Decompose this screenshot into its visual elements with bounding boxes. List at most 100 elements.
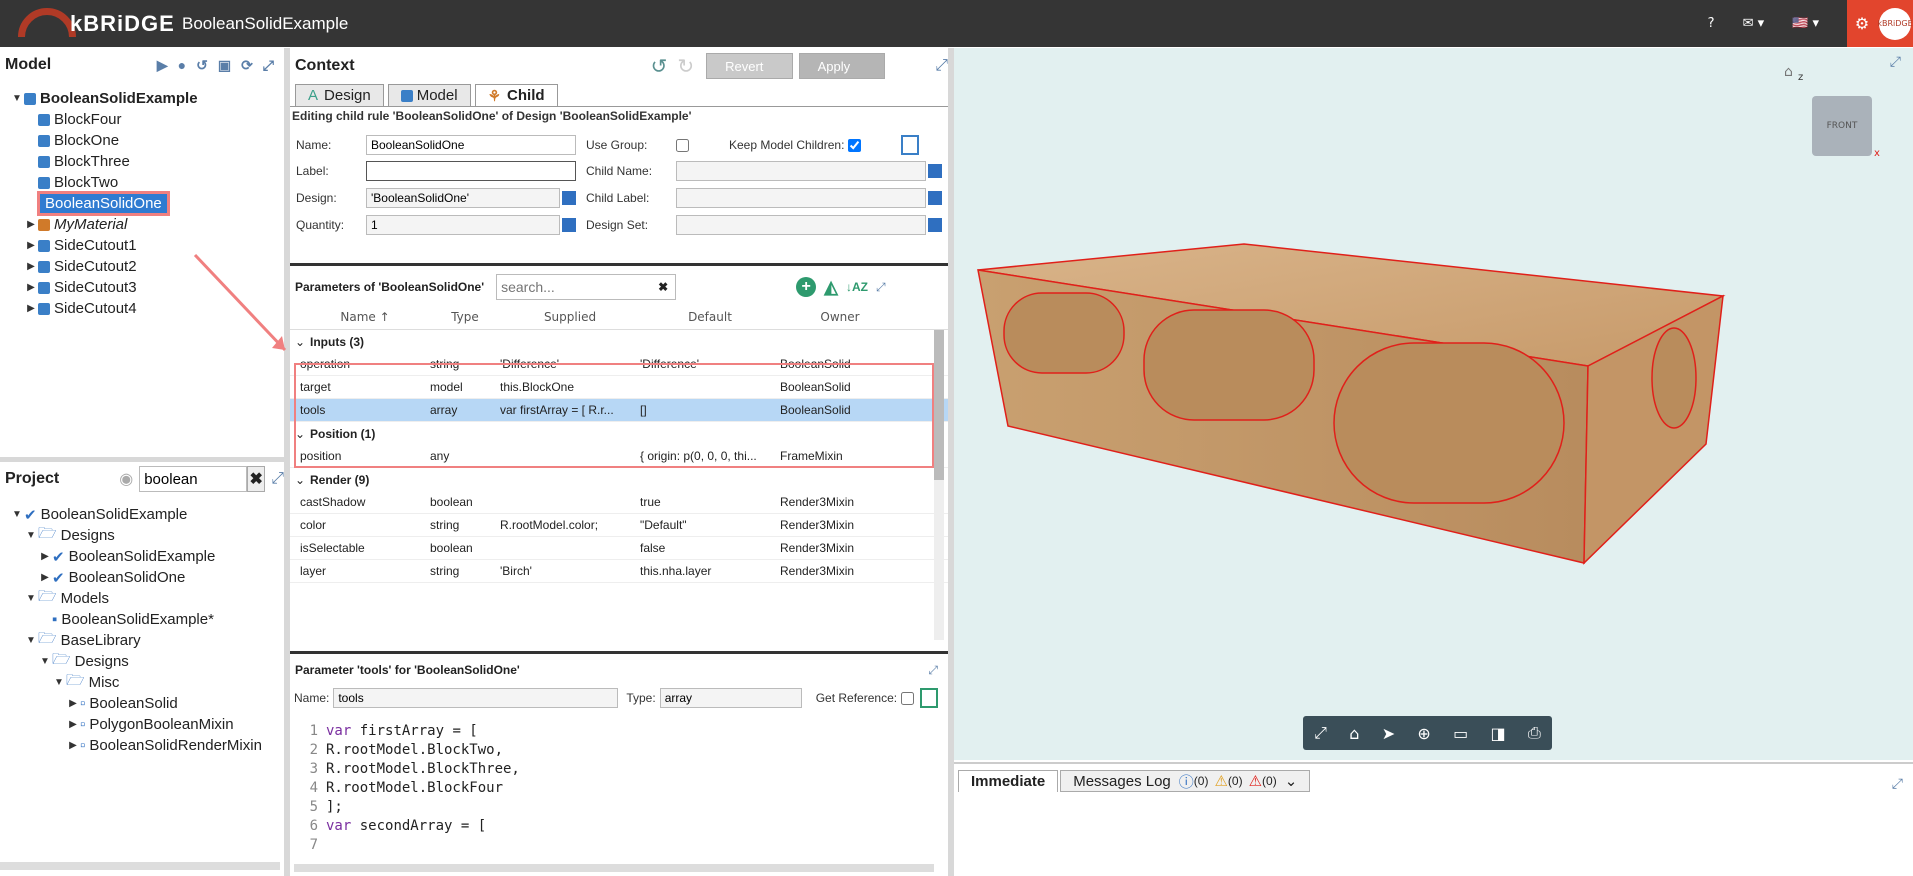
column-header[interactable]: Name ↑: [290, 310, 430, 324]
param-group[interactable]: ⌄ Inputs (3): [290, 330, 948, 353]
code-line[interactable]: 7: [294, 835, 948, 854]
undo-icon[interactable]: ↺: [196, 57, 208, 74]
table-row[interactable]: castShadow boolean true Render3Mixin: [290, 491, 948, 514]
pan-icon[interactable]: ⊕: [1417, 724, 1430, 743]
expand-params-icon[interactable]: ⤢: [876, 280, 886, 295]
clear-params-search-icon[interactable]: ✖: [658, 280, 668, 294]
tab-messages-log[interactable]: Messages Log ⓘ (0) ⚠ (0) ⚠ (0) ⌄: [1060, 770, 1311, 792]
project-tree-item[interactable]: ▪ BooleanSolidExample*: [10, 609, 284, 630]
apply-button[interactable]: Apply: [798, 53, 886, 79]
project-tree-item[interactable]: ▶ ✔ BooleanSolidOne: [10, 567, 284, 588]
refresh-icon[interactable]: ⟳: [241, 57, 253, 74]
column-header[interactable]: Supplied: [500, 310, 640, 324]
clear-search-icon[interactable]: ✖: [247, 466, 266, 492]
edit-quantity-icon[interactable]: [562, 218, 576, 232]
params-scrollbar[interactable]: [934, 330, 944, 640]
tab-design[interactable]: A Design: [295, 84, 384, 106]
avatar[interactable]: kBRiDGE: [1877, 0, 1913, 47]
model-tree-item[interactable]: BooleanSolidOne: [10, 191, 284, 216]
boolean-solid-model[interactable]: [977, 243, 1726, 565]
project-tree-item[interactable]: ▶ ▫ BooleanSolid: [10, 693, 284, 714]
code-scrollbar[interactable]: [294, 864, 934, 872]
code-line[interactable]: 6 var secondArray = [: [294, 816, 948, 835]
project-tree-item[interactable]: ▶ ✔ BooleanSolidExample: [10, 546, 284, 567]
tab-child[interactable]: ⚘ Child: [474, 84, 558, 106]
edit-design-icon[interactable]: [562, 191, 576, 205]
gear-icon[interactable]: ⚙: [1847, 0, 1877, 47]
params-search-input[interactable]: [496, 274, 677, 300]
eye-icon[interactable]: ◉: [119, 469, 133, 489]
tab-immediate[interactable]: Immediate: [958, 770, 1059, 792]
flag-icon[interactable]: 🇺🇸 ▾: [1792, 16, 1819, 31]
project-tree-item[interactable]: ▶ ▫ PolygonBooleanMixin: [10, 714, 284, 735]
column-header[interactable]: Owner: [780, 310, 900, 324]
table-row[interactable]: layer string 'Birch' this.nha.layer Render3M…: [290, 560, 948, 583]
model-tree-item[interactable]: BlockThree: [10, 151, 284, 172]
code-line[interactable]: 2 R.rootModel.BlockTwo,: [294, 740, 948, 759]
edit-design-set-icon[interactable]: [928, 218, 942, 232]
param-type-field[interactable]: [659, 688, 802, 708]
code-line[interactable]: 5];: [294, 797, 948, 816]
get-reference-checkbox[interactable]: [901, 691, 915, 705]
design-set-field[interactable]: [676, 215, 926, 235]
model-tree-item[interactable]: ▶ MyMaterial: [10, 214, 284, 235]
edit-child-name-icon[interactable]: [928, 164, 942, 178]
pdf-icon[interactable]: ⎙: [1528, 723, 1541, 743]
play-icon[interactable]: ▶: [157, 57, 168, 74]
select-pointer-icon[interactable]: ➤: [1382, 724, 1395, 743]
edit-child-label-icon[interactable]: [928, 191, 942, 205]
design-field[interactable]: [366, 188, 560, 208]
help-icon[interactable]: ?: [1708, 16, 1715, 31]
project-scrollbar[interactable]: [0, 862, 280, 870]
table-row[interactable]: isSelectable boolean false Render3Mixin: [290, 537, 948, 560]
param-group[interactable]: ⌄ Render (9): [290, 468, 948, 491]
fullscreen-icon[interactable]: ⤢: [1314, 723, 1327, 743]
sort-az-icon[interactable]: ↓AZ: [846, 280, 868, 294]
code-line[interactable]: 1 var firstArray = [: [294, 721, 948, 740]
3d-viewer[interactable]: FRONT ⌂ z x ⤢: [954, 48, 1913, 760]
model-tree-item[interactable]: BlockTwo: [10, 172, 284, 193]
view-cube[interactable]: FRONT: [1812, 96, 1872, 156]
chevron-down-icon[interactable]: ⌄: [1285, 772, 1298, 790]
mail-icon[interactable]: ✉ ▾: [1743, 16, 1765, 31]
project-tree-item[interactable]: ▼ 🗁 Designs: [10, 525, 284, 546]
expand-viewer-icon[interactable]: ⤢: [1890, 54, 1901, 70]
revert-button[interactable]: Revert: [706, 53, 793, 79]
param-name-field[interactable]: [333, 688, 619, 708]
redo-context-icon[interactable]: ↻: [677, 54, 694, 79]
column-header[interactable]: Type: [430, 310, 500, 324]
expand-icon[interactable]: ⤢: [263, 57, 274, 74]
record-icon[interactable]: ●: [178, 57, 186, 74]
view-box-icon[interactable]: ▭: [1453, 724, 1468, 743]
tab-model[interactable]: Model: [387, 84, 471, 106]
model-tree-item[interactable]: ▼ BooleanSolidExample: [10, 88, 284, 109]
project-tree-item[interactable]: ▼ 🗁 Models: [10, 588, 284, 609]
project-tree-item[interactable]: ▼ 🗁 Misc: [10, 672, 284, 693]
add-param-icon[interactable]: +: [796, 277, 817, 297]
project-search-input[interactable]: [139, 466, 248, 492]
project-tree-item[interactable]: ▼ 🗁 Designs: [10, 651, 284, 672]
keep-children-checkbox[interactable]: [848, 138, 862, 152]
column-header[interactable]: Default: [640, 310, 780, 324]
name-field[interactable]: [366, 135, 576, 155]
3d-scene[interactable]: [954, 48, 1913, 760]
code-line[interactable]: 4 R.rootModel.BlockFour: [294, 778, 948, 797]
child-name-field[interactable]: [676, 161, 926, 181]
home-icon[interactable]: ⌂: [1349, 724, 1359, 743]
document-icon[interactable]: [901, 135, 920, 155]
child-label-field[interactable]: [676, 188, 926, 208]
project-tree-item[interactable]: ▶ ▫ BooleanSolidRenderMixin: [10, 735, 284, 756]
code-editor[interactable]: 1 var firstArray = [2 R.rootModel.BlockTwo…: [290, 713, 948, 854]
expand-bottom-icon[interactable]: ⤢: [1892, 776, 1903, 792]
use-group-checkbox[interactable]: [676, 138, 689, 152]
model-tree-item[interactable]: BlockFour: [10, 109, 284, 130]
project-tree-item[interactable]: ▼ 🗁 BaseLibrary: [10, 630, 284, 651]
quantity-field[interactable]: [366, 215, 560, 235]
project-tree-item[interactable]: ▼ ✔ BooleanSolidExample: [10, 504, 284, 525]
camera-icon[interactable]: ◨: [1491, 724, 1506, 743]
eraser-icon[interactable]: ◭: [824, 277, 838, 298]
model-tree-item[interactable]: BlockOne: [10, 130, 284, 151]
label-field[interactable]: [366, 161, 576, 181]
undo-context-icon[interactable]: ↺: [651, 54, 668, 79]
expand-project-icon[interactable]: ⤢: [271, 470, 284, 488]
